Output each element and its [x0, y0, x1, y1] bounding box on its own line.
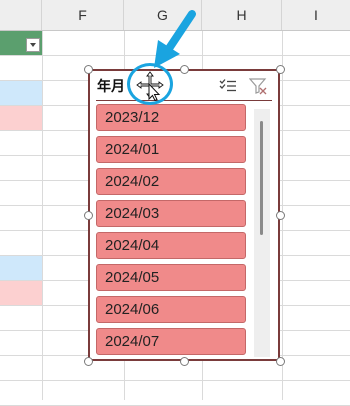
column-header-e[interactable]	[0, 0, 42, 30]
table-cell-blue[interactable]	[0, 256, 42, 280]
table-cell-pink[interactable]	[0, 281, 42, 305]
slicer-item[interactable]: 2024/02	[96, 168, 246, 195]
slicer-title: 年月	[97, 78, 125, 94]
resize-handle-bottom-left[interactable]	[84, 357, 93, 366]
column-header-h[interactable]: H	[202, 0, 282, 30]
column-header-f[interactable]: F	[42, 0, 124, 30]
clear-filter-icon[interactable]	[249, 77, 267, 95]
multi-select-icon[interactable]	[219, 79, 237, 93]
resize-handle-bottom[interactable]	[180, 357, 189, 366]
table-cell-pink[interactable]	[0, 106, 42, 130]
slicer-item[interactable]: 2024/07	[96, 328, 246, 355]
scrollbar-thumb[interactable]	[260, 121, 263, 235]
autofilter-dropdown-button[interactable]	[26, 38, 40, 52]
arrow-icon	[154, 10, 196, 68]
slicer-item[interactable]: 2024/04	[96, 232, 246, 259]
resize-handle-left[interactable]	[84, 211, 93, 220]
table-cell-blue[interactable]	[0, 81, 42, 105]
slicer-item[interactable]: 2024/05	[96, 264, 246, 291]
resize-handle-right[interactable]	[276, 211, 285, 220]
move-cursor-icon	[136, 71, 164, 101]
slicer-panel[interactable]: 年月 2023/12 2024/01 2024/02 2024/03 2024/…	[88, 69, 280, 361]
column-header-i[interactable]: I	[282, 0, 350, 30]
slicer-scrollbar[interactable]	[254, 109, 270, 357]
slicer-item[interactable]: 2023/12	[96, 104, 246, 131]
slicer-item[interactable]: 2024/03	[96, 200, 246, 227]
resize-handle-top-left[interactable]	[84, 65, 93, 74]
resize-handle-top-right[interactable]	[276, 65, 285, 74]
slicer-item[interactable]: 2024/01	[96, 136, 246, 163]
slicer-header-divider	[96, 100, 272, 101]
resize-handle-bottom-right[interactable]	[276, 357, 285, 366]
slicer-header[interactable]: 年月	[90, 71, 278, 101]
slicer-item[interactable]: 2024/06	[96, 296, 246, 323]
